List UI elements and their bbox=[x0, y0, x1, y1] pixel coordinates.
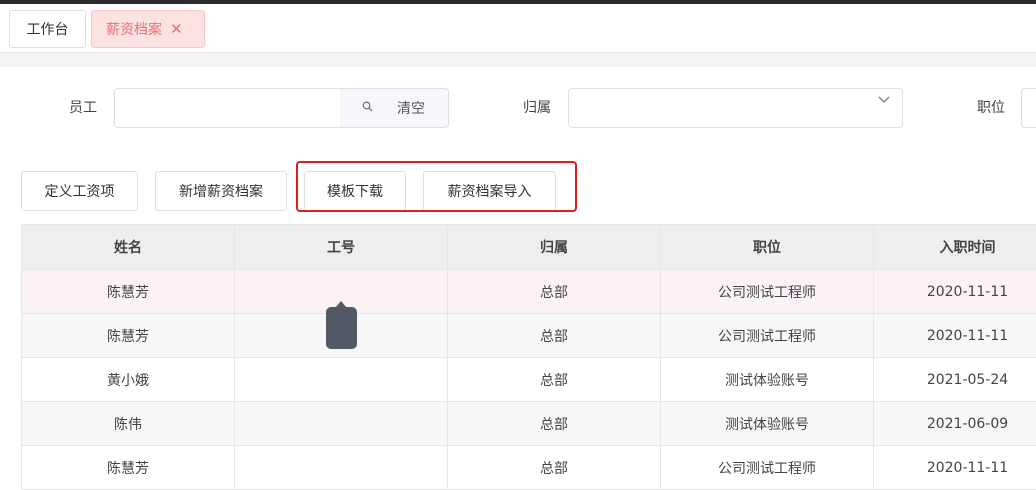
chevron-down-icon bbox=[878, 93, 890, 108]
cell-name: 陈伟 bbox=[22, 402, 235, 446]
column-header-employee-no[interactable]: 工号 bbox=[235, 225, 448, 270]
search-icon bbox=[362, 101, 373, 115]
cell-hire-date: 2020-11-11 bbox=[874, 314, 1036, 358]
highlight-box bbox=[296, 161, 577, 212]
cell-name: 黄小娥 bbox=[22, 358, 235, 402]
cell-position: 公司测试工程师 bbox=[661, 314, 874, 358]
cell-belong: 总部 bbox=[448, 358, 661, 402]
salary-archive-table: 姓名 工号 归属 职位 入职时间 陈慧芳 总部 公司测试工程师 2020-11-… bbox=[21, 224, 1036, 490]
table-row[interactable]: 黄小娥 总部 测试体验账号 2021-05-24 bbox=[22, 358, 1036, 402]
tab-label: 工作台 bbox=[27, 19, 69, 39]
table-row[interactable]: 陈慧芳 总部 公司测试工程师 2020-11-11 bbox=[22, 446, 1036, 490]
employee-label: 员工 bbox=[69, 97, 97, 117]
belong-label: 归属 bbox=[523, 97, 551, 117]
column-header-name[interactable]: 姓名 bbox=[22, 225, 235, 270]
cell-employee-no bbox=[235, 358, 448, 402]
clear-label: 清空 bbox=[397, 98, 425, 118]
column-header-position[interactable]: 职位 bbox=[661, 225, 874, 270]
cell-belong: 总部 bbox=[448, 270, 661, 314]
belong-select[interactable] bbox=[568, 88, 903, 128]
cell-hire-date: 2020-11-11 bbox=[874, 446, 1036, 490]
position-label: 职位 bbox=[977, 97, 1005, 117]
close-icon[interactable]: ✕ bbox=[170, 20, 183, 38]
cell-employee-no bbox=[235, 402, 448, 446]
cell-position: 公司测试工程师 bbox=[661, 446, 874, 490]
table-row[interactable]: 陈慧芳 总部 公司测试工程师 2020-11-11 bbox=[22, 314, 1036, 358]
tooltip-popup bbox=[326, 307, 357, 349]
employee-input[interactable] bbox=[114, 88, 341, 128]
search-button[interactable]: 清空 bbox=[340, 88, 449, 128]
column-header-hire-date[interactable]: 入职时间 bbox=[874, 225, 1036, 270]
tab-salary-archive[interactable]: 薪资档案 ✕ bbox=[91, 10, 205, 48]
divider bbox=[0, 53, 1036, 67]
table-row[interactable]: 陈慧芳 总部 公司测试工程师 2020-11-11 bbox=[22, 270, 1036, 314]
cell-name: 陈慧芳 bbox=[22, 270, 235, 314]
add-salary-archive-button[interactable]: 新增薪资档案 bbox=[155, 171, 287, 211]
tab-workbench[interactable]: 工作台 bbox=[9, 10, 86, 48]
cell-hire-date: 2020-11-11 bbox=[874, 270, 1036, 314]
cell-name: 陈慧芳 bbox=[22, 446, 235, 490]
cell-belong: 总部 bbox=[448, 402, 661, 446]
cell-hire-date: 2021-06-09 bbox=[874, 402, 1036, 446]
cell-position: 公司测试工程师 bbox=[661, 270, 874, 314]
cell-position: 测试体验账号 bbox=[661, 402, 874, 446]
table-row[interactable]: 陈伟 总部 测试体验账号 2021-06-09 bbox=[22, 402, 1036, 446]
table-header-row: 姓名 工号 归属 职位 入职时间 bbox=[22, 225, 1036, 270]
tab-label: 薪资档案 bbox=[106, 19, 162, 39]
define-salary-item-button[interactable]: 定义工资项 bbox=[21, 171, 138, 211]
cell-employee-no bbox=[235, 446, 448, 490]
cell-belong: 总部 bbox=[448, 314, 661, 358]
cell-belong: 总部 bbox=[448, 446, 661, 490]
position-select[interactable] bbox=[1021, 88, 1036, 128]
cell-position: 测试体验账号 bbox=[661, 358, 874, 402]
cell-hire-date: 2021-05-24 bbox=[874, 358, 1036, 402]
cell-name: 陈慧芳 bbox=[22, 314, 235, 358]
column-header-belong[interactable]: 归属 bbox=[448, 225, 661, 270]
tab-bar: 工作台 薪资档案 ✕ bbox=[0, 4, 1036, 53]
